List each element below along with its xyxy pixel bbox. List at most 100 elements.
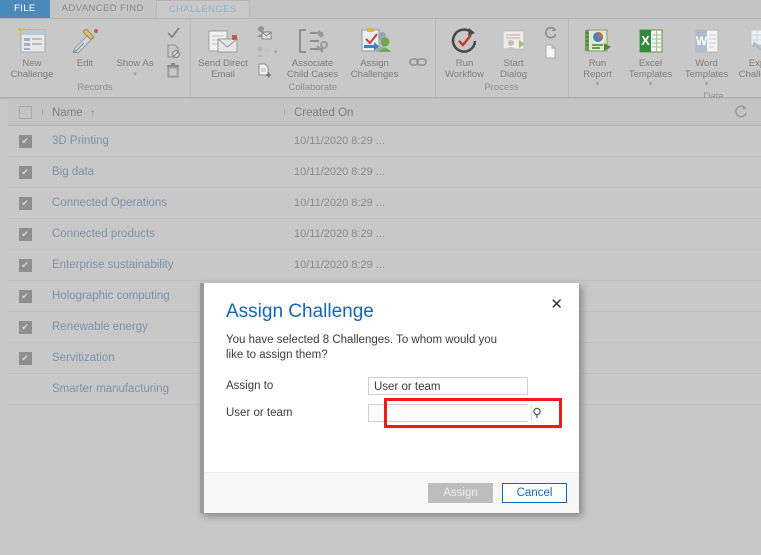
deactivate-icon[interactable]	[163, 43, 183, 60]
select-all-checkbox[interactable]	[18, 105, 32, 119]
close-icon[interactable]: ✕	[550, 297, 563, 312]
row-created-on: 10/11/2020 8:29 ...	[294, 135, 385, 147]
refresh-circular-icon[interactable]	[541, 24, 561, 41]
row-checkbox[interactable]	[18, 351, 32, 365]
excel-templates-label: Excel Templates	[628, 58, 673, 80]
ribbon-group-collaborate: Send Direct Email ▾ Associate Child Case…	[190, 19, 435, 97]
row-name-link[interactable]: Enterprise sustainability	[42, 259, 284, 271]
assign-challenges-icon	[358, 25, 392, 57]
assign-to-select[interactable]: User or team	[368, 377, 528, 395]
table-row[interactable]: 3D Printing 10/11/2020 8:29 ...	[8, 126, 761, 157]
row-checkbox-cell[interactable]	[8, 227, 42, 241]
email-a-link-row[interactable]	[254, 24, 278, 41]
user-or-team-lookup[interactable]	[368, 404, 544, 422]
row-checkbox-cell[interactable]	[8, 351, 42, 365]
row-checkbox-cell[interactable]	[8, 165, 42, 179]
word-templates-caret-icon[interactable]: ▾	[705, 80, 709, 91]
table-row[interactable]: Connected products 10/11/2020 8:29 ...	[8, 219, 761, 250]
tab-challenges[interactable]: CHALLENGES	[155, 0, 250, 18]
new-challenge-button[interactable]: New Challenge	[4, 23, 60, 80]
ribbon-group-label-collaborate: Collaborate	[288, 82, 338, 93]
connect-people-caret-icon[interactable]: ▾	[274, 48, 278, 56]
ribbon-tab-bar: FILE ADVANCED FIND CHALLENGES	[0, 0, 761, 19]
assign-button[interactable]: Assign	[428, 483, 493, 503]
magnifier-icon[interactable]	[531, 405, 544, 421]
grid-header-row: Name ↑ Created On	[8, 98, 761, 126]
collaborate-small-buttons: ▾	[251, 23, 281, 79]
row-name-link[interactable]: Big data	[42, 166, 284, 178]
run-report-button[interactable]: Run Report ▾	[573, 23, 623, 91]
row-checkbox[interactable]	[18, 227, 32, 241]
row-name-link[interactable]: Connected products	[42, 228, 284, 240]
row-created-on: 10/11/2020 8:29 ...	[294, 166, 385, 178]
blank-page-icon[interactable]	[541, 43, 561, 60]
svg-text:X: X	[641, 33, 650, 48]
run-workflow-icon	[450, 25, 480, 57]
refresh-icon[interactable]	[733, 104, 749, 120]
column-header-name-label: Name	[52, 107, 83, 119]
edit-pencil-ruler-icon	[70, 25, 100, 57]
show-as-button[interactable]: Show As ▾	[110, 23, 160, 80]
row-name-link[interactable]: Connected Operations	[42, 197, 284, 209]
show-as-caret-icon[interactable]: ▾	[133, 70, 137, 81]
cancel-button[interactable]: Cancel	[502, 483, 567, 503]
sort-ascending-icon[interactable]: ↑	[90, 108, 95, 119]
ribbon-group-process: Run Workflow Start Dialog Process	[434, 19, 568, 97]
chain-link-icon[interactable]	[408, 53, 428, 70]
row-checkbox[interactable]	[18, 165, 32, 179]
column-header-created-on[interactable]: Created On	[284, 105, 429, 119]
row-checkbox[interactable]	[18, 320, 32, 334]
user-or-team-input[interactable]	[369, 405, 531, 421]
word-templates-button: W Word Templates ▾	[679, 23, 735, 91]
tab-advanced-find[interactable]: ADVANCED FIND	[50, 0, 156, 18]
row-name-link[interactable]: 3D Printing	[42, 135, 284, 147]
assign-challenges-label: Assign Challenges	[350, 58, 399, 80]
row-checkbox-cell[interactable]	[8, 289, 42, 303]
export-challenges-label: Export Challenges	[738, 58, 761, 80]
export-challenges-button: X Export Challenges ▾	[735, 23, 761, 91]
row-checkbox-cell[interactable]	[8, 134, 42, 148]
row-checkbox-cell[interactable]	[8, 196, 42, 210]
add-to-queue-row[interactable]	[254, 62, 278, 79]
start-dialog-icon	[499, 25, 529, 57]
new-challenge-label: New Challenge	[10, 58, 54, 80]
table-row[interactable]: Connected Operations 10/11/2020 8:29 ...	[8, 188, 761, 219]
row-checkbox-cell[interactable]	[8, 258, 42, 272]
associate-child-cases-button[interactable]: Associate Child Cases	[281, 23, 345, 80]
connect-people-icon[interactable]	[254, 43, 274, 60]
records-small-buttons	[160, 23, 186, 79]
assign-to-row: Assign to User or team	[226, 377, 557, 395]
run-workflow-label: Run Workflow	[445, 58, 484, 80]
row-checkbox-cell[interactable]	[8, 320, 42, 334]
assign-challenges-button[interactable]: Assign Challenges	[345, 23, 405, 80]
excel-templates-caret-icon[interactable]: ▾	[649, 80, 653, 91]
select-all-cell[interactable]	[8, 105, 42, 119]
row-checkbox[interactable]	[18, 134, 32, 148]
export-challenges-icon: X	[748, 25, 761, 57]
connect-people-row[interactable]: ▾	[254, 43, 278, 60]
row-created-on: 10/11/2020 8:29 ...	[294, 228, 385, 240]
edit-button[interactable]: Edit	[60, 23, 110, 70]
send-direct-email-button[interactable]: Send Direct Email	[195, 23, 251, 80]
delete-trash-icon[interactable]	[163, 62, 183, 79]
svg-text:W: W	[695, 34, 707, 48]
row-created-on: 10/11/2020 8:29 ...	[294, 197, 385, 209]
user-or-team-row: User or team	[226, 398, 562, 428]
run-report-caret-icon[interactable]: ▾	[596, 80, 600, 91]
run-workflow-button[interactable]: Run Workflow	[440, 23, 490, 80]
row-checkbox-cell[interactable]	[8, 383, 42, 396]
row-checkbox[interactable]	[18, 289, 32, 303]
start-dialog-label: Start Dialog	[500, 58, 527, 80]
ribbon: New Challenge Edit Show As ▾ Records Sen…	[0, 19, 761, 102]
table-row[interactable]: Enterprise sustainability 10/11/2020 8:2…	[8, 250, 761, 281]
email-a-link-icon[interactable]	[254, 24, 274, 41]
column-header-name[interactable]: Name ↑	[42, 105, 284, 119]
row-checkbox[interactable]	[18, 258, 32, 272]
tab-file[interactable]: FILE	[0, 0, 50, 18]
excel-templates-button[interactable]: X Excel Templates ▾	[623, 23, 679, 91]
row-checkbox[interactable]	[18, 196, 32, 210]
add-to-queue-icon[interactable]	[254, 62, 274, 79]
table-row[interactable]: Big data 10/11/2020 8:29 ...	[8, 157, 761, 188]
activate-check-icon[interactable]	[163, 24, 183, 41]
column-divider	[42, 109, 43, 115]
